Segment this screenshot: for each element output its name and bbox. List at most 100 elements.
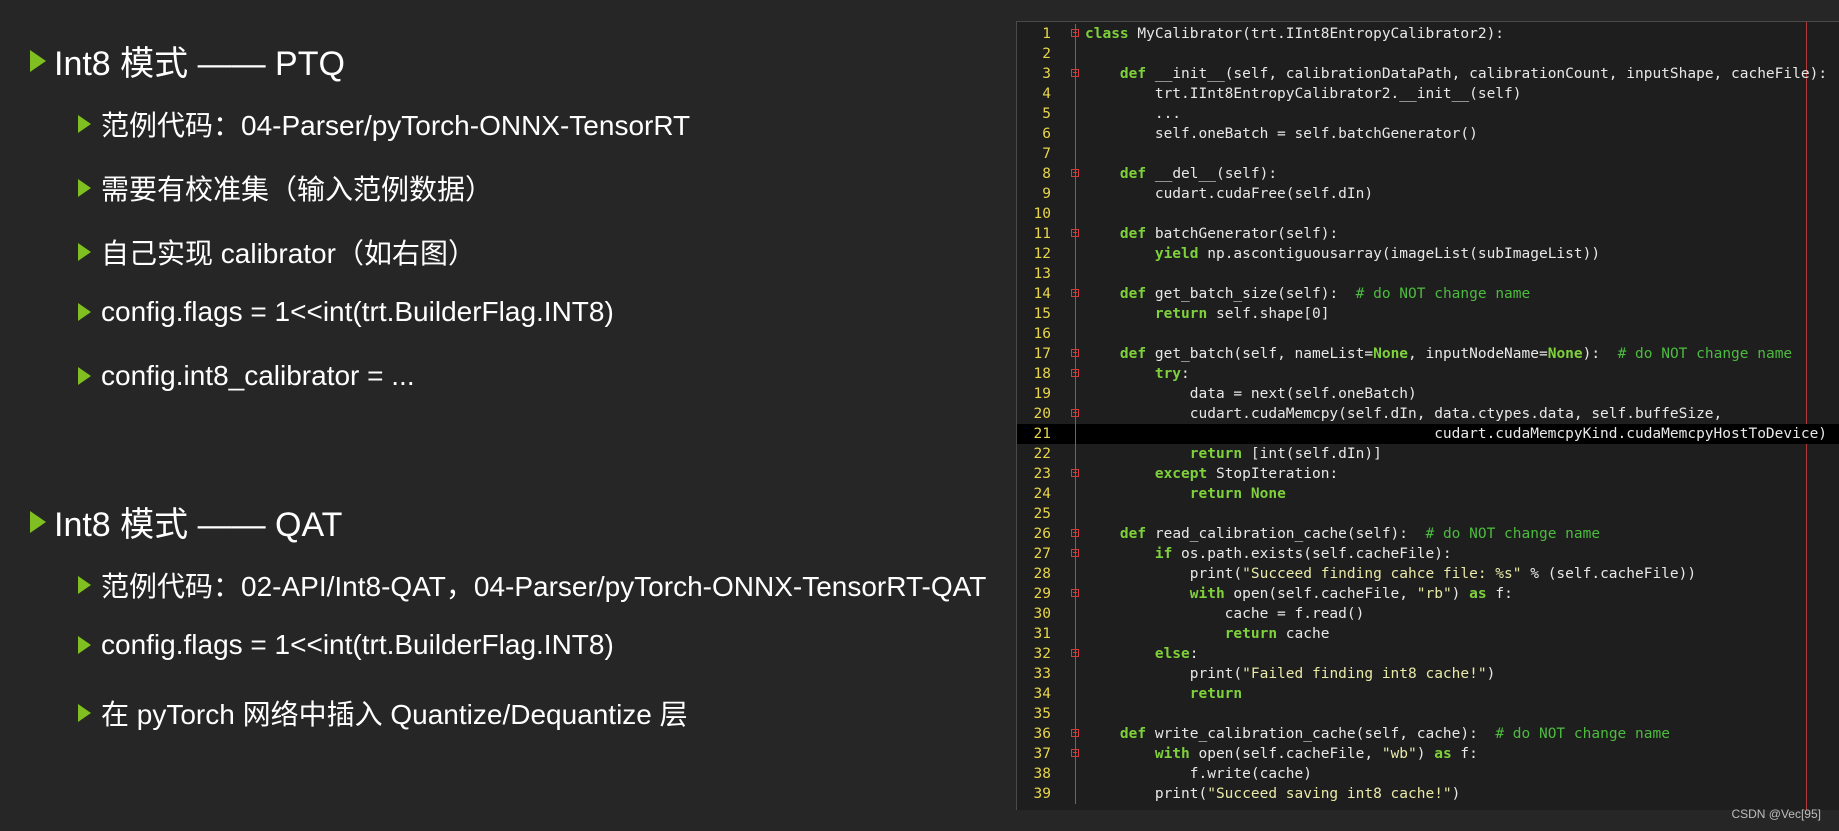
- line-number: 36: [1033, 726, 1051, 742]
- fold-toggle-icon[interactable]: [1071, 69, 1079, 77]
- line-number: 35: [1033, 706, 1051, 722]
- line-number: 7: [1042, 146, 1051, 162]
- code-line: 9 cudart.cudaFree(self.dIn): [1017, 184, 1839, 204]
- line-number: 37: [1033, 746, 1051, 762]
- bullet-arrow-icon: [78, 636, 91, 654]
- bullet-text: 在 pyTorch 网络中插入 Quantize/Dequantize 层: [101, 699, 688, 730]
- code-line: 8 def __del__(self):: [1017, 164, 1839, 184]
- bullet-arrow-icon: [78, 576, 91, 594]
- code-line: 21 cudart.cudaMemcpyKind.cudaMemcpyHostT…: [1017, 424, 1839, 444]
- code-text: ...: [1085, 106, 1182, 122]
- code-text: def get_batch_size(self): # do NOT chang…: [1119, 286, 1531, 302]
- bullet-text: 范例代码：04-Parser/pyTorch-ONNX-TensorRT: [101, 110, 691, 141]
- line-number: 9: [1042, 186, 1051, 202]
- code-line: 23 except StopIteration:: [1017, 464, 1839, 484]
- bullet-text: 需要有校准集（输入范例数据）: [101, 174, 494, 205]
- bullet-arrow-icon: [30, 49, 46, 72]
- bullet-text: config.int8_calibrator = ...: [101, 360, 415, 391]
- fold-guide: [1075, 324, 1076, 344]
- code-line: 16: [1017, 324, 1839, 344]
- watermark: CSDN @Vec[95]: [1731, 807, 1821, 821]
- line-number: 28: [1033, 566, 1051, 582]
- line-number: 32: [1033, 646, 1051, 662]
- code-line: 37 with open(self.cacheFile, "wb") as f:: [1017, 744, 1839, 764]
- line-number: 18: [1033, 366, 1051, 382]
- fold-toggle-icon[interactable]: [1071, 469, 1079, 477]
- code-line: 7: [1017, 144, 1839, 164]
- code-line: 12 yield np.ascontiguousarray(imageList(…: [1017, 244, 1839, 264]
- line-number: 4: [1042, 86, 1051, 102]
- bullet-item: 需要有校准集（输入范例数据）: [78, 168, 493, 208]
- fold-toggle-icon[interactable]: [1071, 589, 1079, 597]
- code-line: 35: [1017, 704, 1839, 724]
- bullet-text: 自己实现 calibrator（如右图）: [101, 238, 476, 269]
- fold-toggle-icon[interactable]: [1071, 729, 1079, 737]
- line-number: 31: [1033, 626, 1051, 642]
- fold-toggle-icon[interactable]: [1071, 169, 1079, 177]
- bullet-text: config.flags = 1<<int(trt.BuilderFlag.IN…: [101, 629, 614, 660]
- code-line: 28 print("Succeed finding cahce file: %s…: [1017, 564, 1839, 584]
- code-line: 38 f.write(cache): [1017, 764, 1839, 784]
- bullet-item: 范例代码：02-API/Int8-QAT，04-Parser/pyTorch-O…: [78, 565, 986, 605]
- bullet-item: config.flags = 1<<int(trt.BuilderFlag.IN…: [78, 296, 614, 328]
- code-text: try:: [1154, 366, 1190, 382]
- section-heading: Int8 模式 —— PTQ: [30, 36, 345, 85]
- fold-guide: [1075, 264, 1076, 284]
- line-number: 33: [1033, 666, 1051, 682]
- fold-guide: [1075, 604, 1076, 624]
- fold-guide: [1075, 764, 1076, 784]
- line-number: 3: [1042, 66, 1051, 82]
- code-text: def get_batch(self, nameList=None, input…: [1119, 346, 1793, 362]
- code-line: 26 def read_calibration_cache(self): # d…: [1017, 524, 1839, 544]
- line-number: 26: [1033, 526, 1051, 542]
- bullet-item: config.int8_calibrator = ...: [78, 360, 415, 392]
- code-text: cudart.cudaMemcpy(self.dIn, data.ctypes.…: [1085, 406, 1723, 422]
- line-number: 14: [1033, 286, 1051, 302]
- fold-guide: [1075, 104, 1076, 124]
- code-text: def __del__(self):: [1119, 166, 1278, 182]
- line-number: 34: [1033, 686, 1051, 702]
- code-line: 18 try:: [1017, 364, 1839, 384]
- bullet-arrow-icon: [78, 243, 91, 261]
- fold-guide: [1075, 204, 1076, 224]
- bullet-item: 在 pyTorch 网络中插入 Quantize/Dequantize 层: [78, 693, 688, 733]
- fold-toggle-icon[interactable]: [1071, 649, 1079, 657]
- fold-toggle-icon[interactable]: [1071, 229, 1079, 237]
- fold-guide: [1075, 84, 1076, 104]
- code-line: 19 data = next(self.oneBatch): [1017, 384, 1839, 404]
- code-text: print("Succeed saving int8 cache!"): [1085, 786, 1461, 802]
- code-text: cache = f.read(): [1085, 606, 1365, 622]
- code-line: 5 ...: [1017, 104, 1839, 124]
- fold-guide: [1075, 564, 1076, 584]
- line-number: 13: [1033, 266, 1051, 282]
- code-text: def batchGenerator(self):: [1119, 226, 1339, 242]
- fold-toggle-icon[interactable]: [1071, 409, 1079, 417]
- fold-guide: [1075, 704, 1076, 724]
- code-text: cudart.cudaMemcpyKind.cudaMemcpyHostToDe…: [1085, 426, 1828, 442]
- code-line: 4 trt.IInt8EntropyCalibrator2.__init__(s…: [1017, 84, 1839, 104]
- fold-toggle-icon[interactable]: [1071, 349, 1079, 357]
- fold-toggle-icon[interactable]: [1071, 529, 1079, 537]
- bullet-arrow-icon: [78, 303, 91, 321]
- line-number: 25: [1033, 506, 1051, 522]
- fold-toggle-icon[interactable]: [1071, 29, 1079, 37]
- code-text: trt.IInt8EntropyCalibrator2.__init__(sel…: [1085, 86, 1522, 102]
- line-number: 24: [1033, 486, 1051, 502]
- code-text: def __init__(self, calibrationDataPath, …: [1119, 66, 1828, 82]
- fold-toggle-icon[interactable]: [1071, 549, 1079, 557]
- slide-bullets: Int8 模式 —— PTQ 范例代码：04-Parser/pyTorch-ONN…: [0, 0, 1010, 831]
- code-line: 1 class MyCalibrator(trt.IInt8EntropyCali…: [1017, 24, 1839, 44]
- fold-toggle-icon[interactable]: [1071, 289, 1079, 297]
- fold-guide: [1075, 384, 1076, 404]
- code-line: 3 def __init__(self, calibrationDataPath…: [1017, 64, 1839, 84]
- code-text: def read_calibration_cache(self): # do N…: [1119, 526, 1601, 542]
- code-line: 10: [1017, 204, 1839, 224]
- fold-toggle-icon[interactable]: [1071, 369, 1079, 377]
- fold-toggle-icon[interactable]: [1071, 749, 1079, 757]
- line-number: 17: [1033, 346, 1051, 362]
- code-line: 33 print("Failed finding int8 cache!"): [1017, 664, 1839, 684]
- code-text: except StopIteration:: [1154, 466, 1339, 482]
- code-line: 13: [1017, 264, 1839, 284]
- line-number: 27: [1033, 546, 1051, 562]
- line-number: 1: [1042, 26, 1051, 42]
